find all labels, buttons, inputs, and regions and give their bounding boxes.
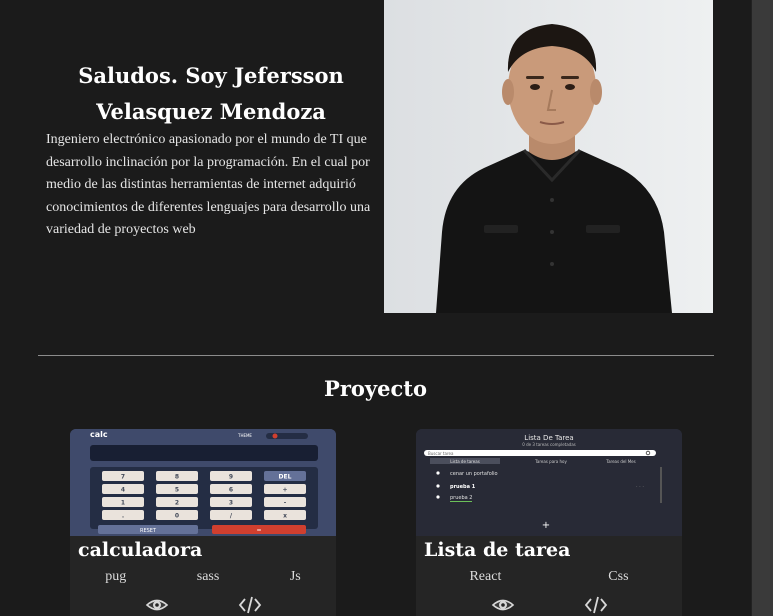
calc-key-label: DEL bbox=[279, 474, 292, 481]
todo-app-screenshot: Lista De Tarea 0 de 3 tareas completadas… bbox=[416, 429, 682, 536]
tech-label: React bbox=[469, 569, 502, 584]
calc-key-label: 2 bbox=[175, 500, 179, 507]
calc-app-label: calc bbox=[90, 430, 108, 439]
calc-reset-key: RESET bbox=[140, 528, 157, 534]
calc-key-label: x bbox=[283, 513, 287, 520]
portrait-illustration bbox=[384, 0, 713, 313]
calc-key-label: 3 bbox=[229, 500, 233, 507]
calc-equals-key: = bbox=[256, 527, 261, 534]
project-card-calculadora: calc THEME 7 8 9 DEL 4 5 6 +1 2 3-. 0/x RESET = ca… bbox=[70, 429, 336, 616]
calc-key-label: 1 bbox=[121, 500, 125, 507]
code-icon[interactable] bbox=[238, 595, 262, 615]
svg-text:· · ·: · · · bbox=[636, 484, 644, 490]
tech-label: sass bbox=[196, 569, 220, 584]
project-actions bbox=[416, 595, 682, 615]
calc-key-label: 7 bbox=[121, 474, 125, 481]
project-thumbnail-lista-de-tarea[interactable]: Lista De Tarea 0 de 3 tareas completadas… bbox=[416, 429, 682, 536]
todo-item: prueba 1 bbox=[450, 484, 476, 490]
projects-section-title: Proyecto bbox=[324, 376, 427, 401]
page-scrollbar[interactable] bbox=[751, 0, 773, 616]
calc-key-label: . bbox=[122, 513, 124, 520]
calculator-screenshot: calc THEME 7 8 9 DEL4 5 6 +1 2 3 -. 0/x RESET = bbox=[70, 429, 336, 536]
todo-search-placeholder: Buscar tarea bbox=[428, 451, 454, 456]
hero-title: Saludos. Soy Jefersson Velasquez Mendoza bbox=[78, 63, 344, 124]
project-title: calculadora bbox=[78, 539, 203, 561]
tech-label: Js bbox=[289, 569, 301, 584]
calc-key-label: 6 bbox=[229, 487, 233, 494]
todo-tab: Tareas para hoy bbox=[534, 459, 567, 464]
hero-description: Ingeniero electrónico apasionado por el … bbox=[46, 132, 371, 237]
todo-tab: Tareas del Mes bbox=[605, 459, 635, 464]
eye-icon[interactable] bbox=[145, 595, 169, 615]
project-tech-list: React Css bbox=[416, 569, 682, 585]
profile-photo bbox=[384, 0, 713, 313]
todo-item: prueba 2 bbox=[450, 495, 472, 501]
calc-key-label: 0 bbox=[175, 513, 179, 520]
scrollbar-thumb[interactable] bbox=[752, 0, 773, 616]
calc-key-label: + bbox=[282, 487, 287, 494]
calc-key-label: 4 bbox=[121, 487, 125, 494]
todo-app-title: Lista De Tarea bbox=[524, 434, 573, 442]
calc-key-label: 5 bbox=[175, 487, 179, 494]
tech-label: pug bbox=[105, 569, 127, 584]
section-divider bbox=[38, 355, 714, 356]
project-thumbnail-calculadora[interactable]: calc THEME 7 8 9 DEL 4 5 6 +1 2 3-. 0/x RESET = bbox=[70, 429, 336, 536]
calc-key-label: 8 bbox=[175, 474, 179, 481]
code-icon[interactable] bbox=[584, 595, 608, 615]
project-tech-list: pug sass Js bbox=[70, 569, 336, 585]
calc-theme-label: THEME bbox=[237, 433, 252, 438]
tech-label: Css bbox=[608, 569, 629, 584]
todo-item: cenar un portafolio bbox=[450, 471, 498, 477]
project-actions bbox=[70, 595, 336, 615]
project-card-lista-de-tarea: Lista De Tarea 0 de 3 tareas completadas… bbox=[416, 429, 682, 616]
todo-app-subtitle: 0 de 3 tareas completadas bbox=[522, 442, 576, 447]
eye-icon[interactable] bbox=[491, 595, 515, 615]
todo-tab: Lista de tareas bbox=[450, 459, 480, 464]
todo-add-button: + bbox=[542, 520, 550, 531]
calc-key-label: 9 bbox=[229, 474, 233, 481]
project-title: Lista de tarea bbox=[424, 539, 571, 561]
